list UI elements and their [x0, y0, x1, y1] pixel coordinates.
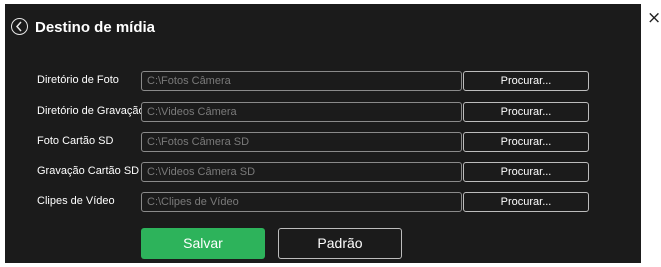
photo-directory-label: Diretório de Foto [37, 74, 119, 86]
sd-photo-row: Foto Cartão SD Procurar... [5, 132, 641, 152]
dialog-header: Destino de mídia [5, 4, 641, 48]
recording-directory-browse-button[interactable]: Procurar... [463, 102, 589, 122]
photo-directory-browse-button[interactable]: Procurar... [463, 71, 589, 91]
recording-directory-row: Diretório de Gravação Procurar... [5, 102, 641, 122]
media-destination-dialog: Destino de mídia Diretório de Foto Procu… [0, 0, 661, 267]
sd-photo-input[interactable] [141, 132, 462, 152]
back-button[interactable] [11, 18, 28, 35]
video-clips-browse-button[interactable]: Procurar... [463, 192, 589, 212]
sd-recording-label: Gravação Cartão SD [37, 165, 140, 177]
sd-recording-input[interactable] [141, 162, 462, 182]
recording-directory-input[interactable] [141, 102, 462, 122]
video-clips-input[interactable] [141, 192, 462, 212]
dialog-panel: Destino de mídia Diretório de Foto Procu… [5, 4, 641, 263]
sd-recording-row: Gravação Cartão SD Procurar... [5, 162, 641, 182]
photo-directory-input[interactable] [141, 71, 462, 91]
video-clips-label: Clipes de Vídeo [37, 195, 115, 207]
chevron-left-icon [15, 21, 22, 32]
sd-recording-browse-button[interactable]: Procurar... [463, 162, 589, 182]
save-button[interactable]: Salvar [141, 228, 265, 259]
close-icon[interactable]: × [647, 10, 661, 27]
video-clips-row: Clipes de Vídeo Procurar... [5, 192, 641, 212]
default-button[interactable]: Padrão [278, 228, 402, 259]
sd-photo-label: Foto Cartão SD [37, 135, 114, 147]
photo-directory-row: Diretório de Foto Procurar... [5, 71, 641, 91]
dialog-title: Destino de mídia [35, 19, 156, 36]
recording-directory-label: Diretório de Gravação [37, 105, 145, 117]
sd-photo-browse-button[interactable]: Procurar... [463, 132, 589, 152]
